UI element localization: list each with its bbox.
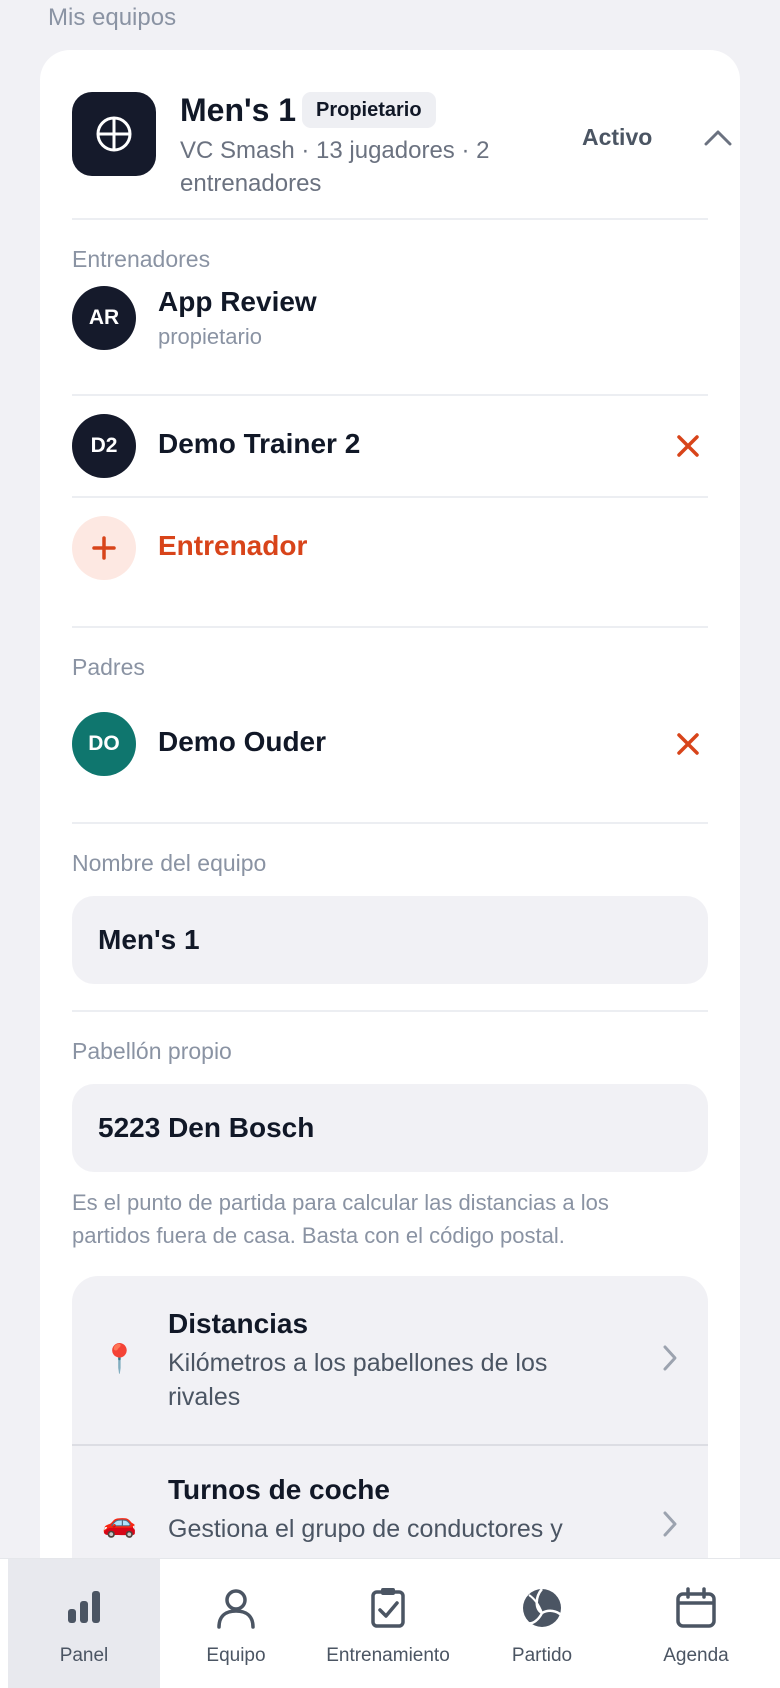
divider [72, 1010, 708, 1012]
add-trainer-button[interactable]: Entrenador [72, 516, 708, 612]
close-icon[interactable] [674, 432, 702, 460]
distances-desc-line2: rivales [168, 1383, 241, 1411]
add-trainer-label: Entrenador [158, 530, 308, 561]
volleyball-icon [521, 1587, 563, 1634]
chevron-right-icon [662, 1510, 678, 1543]
divider [72, 394, 708, 396]
distances-link[interactable]: 📍 Distancias Kilómetros a los pabellones… [72, 1276, 708, 1444]
divider [72, 218, 708, 220]
trainers-label: Entrenadores [72, 246, 211, 272]
carpool-title: Turnos de coche [168, 1474, 390, 1505]
plus-icon [72, 516, 136, 580]
checklist-icon [368, 1587, 408, 1634]
team-name-label: Nombre del equipo [72, 850, 267, 876]
chevron-right-icon [662, 1344, 678, 1377]
team-subtitle-line2: entrenadores [180, 170, 322, 197]
trainer-name: App Review [158, 286, 317, 317]
tab-equipo[interactable]: Equipo [160, 1559, 312, 1688]
tab-label: Partido [511, 1645, 573, 1666]
avatar: D2 [72, 414, 136, 478]
help-line1: Es el punto de partida para calcular las… [72, 1190, 609, 1215]
calendar-icon [675, 1587, 717, 1634]
team-name: Men's 1 [180, 92, 297, 128]
team-name-input[interactable]: Men's 1 [72, 896, 708, 984]
distances-desc-line1: Kilómetros a los pabellones de los [168, 1349, 548, 1377]
tab-label: Agenda [663, 1645, 729, 1666]
trainer-role: propietario [158, 324, 262, 349]
team-header[interactable]: Men's 1 Propietario VC Smash · 13 jugado… [72, 92, 732, 212]
tab-panel[interactable]: Panel [8, 1559, 160, 1688]
chevron-up-icon[interactable] [704, 128, 732, 151]
tab-label: Entrenamiento [326, 1645, 450, 1666]
tab-label: Equipo [206, 1645, 266, 1666]
volleyball-icon [72, 92, 156, 176]
carpool-desc-line1: Gestiona el grupo de conductores y [168, 1515, 563, 1543]
divider [72, 822, 708, 824]
section-title: Mis equipos [48, 4, 177, 31]
pin-icon: 📍 [102, 1343, 137, 1374]
home-venue-label: Pabellón propio [72, 1038, 232, 1064]
distances-title: Distancias [168, 1308, 309, 1339]
home-venue-input[interactable]: 5223 Den Bosch [72, 1084, 708, 1172]
tab-entrenamiento[interactable]: Entrenamiento [312, 1559, 464, 1688]
home-venue-help: Es el punto de partida para calcular las… [72, 1186, 680, 1252]
bar-chart-icon [64, 1587, 104, 1632]
tab-label: Panel [59, 1645, 109, 1666]
avatar: AR [72, 286, 136, 350]
parent-name: Demo Ouder [158, 726, 327, 757]
car-icon: 🚗 [102, 1507, 137, 1538]
bottom-tab-bar: Panel Equipo Entrenamiento Partido Agend… [0, 1558, 780, 1688]
trainer-row: AR App Review propietario [72, 286, 708, 382]
divider [72, 496, 708, 498]
status-label: Activo [582, 124, 653, 150]
carpool-desc: Gestiona el grupo de conductores y [168, 1512, 598, 1546]
parents-label: Padres [72, 654, 145, 680]
divider [72, 626, 708, 628]
trainer-name: Demo Trainer 2 [158, 428, 361, 459]
person-icon [215, 1587, 257, 1634]
parent-row: DO Demo Ouder [72, 712, 708, 808]
tab-agenda[interactable]: Agenda [620, 1559, 772, 1688]
close-icon[interactable] [674, 730, 702, 758]
help-line2: partidos fuera de casa. Basta con el cód… [72, 1223, 565, 1248]
owner-badge: Propietario [302, 92, 436, 128]
tab-partido[interactable]: Partido [466, 1559, 618, 1688]
distances-desc: Kilómetros a los pabellones de los rival… [168, 1346, 598, 1414]
team-subtitle: VC Smash · 13 jugadores · 2 entrenadores [180, 134, 510, 200]
team-subtitle-line1: VC Smash · 13 jugadores · 2 [180, 137, 490, 164]
avatar: DO [72, 712, 136, 776]
team-card: Men's 1 Propietario VC Smash · 13 jugado… [40, 50, 740, 1688]
